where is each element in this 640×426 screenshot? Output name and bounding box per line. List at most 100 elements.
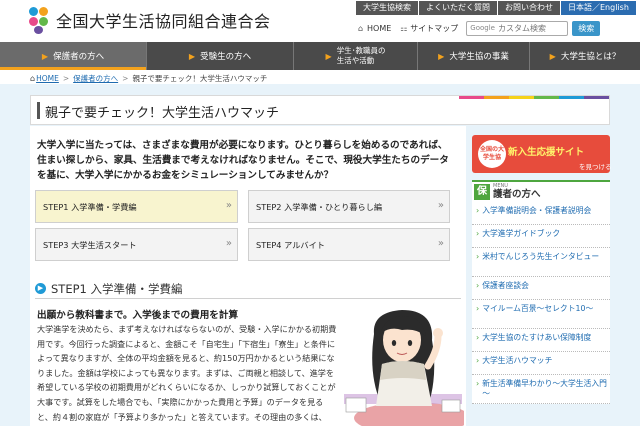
search-field: Google	[466, 20, 569, 36]
sidebar: 全国の大学生協 新入生応援サイト を見つける 保 MENU 護者の方へ › 入学…	[472, 126, 612, 426]
sidebar-item-guidebook[interactable]: › 大学進学ガイドブック	[472, 225, 610, 248]
step1-card[interactable]: STEP1 入学準備・学費編 »	[35, 190, 238, 223]
google-brand: Google	[470, 24, 495, 32]
arrow-right-icon: ▶	[438, 51, 445, 61]
nav-business[interactable]: ▶ 大学生協の事業	[418, 42, 530, 70]
nav-parents-label: 保護者の方へ	[53, 52, 105, 62]
sidebar-item-label: 大学進学ガイドブック	[482, 229, 561, 238]
contact-link[interactable]: お問い合わせ	[498, 1, 561, 15]
section-subtitle: 出願から教科書まで。入学後までの費用を計算	[37, 310, 239, 321]
sidebar-item-label: 米村でんじろう先生インタビュー	[482, 252, 600, 261]
breadcrumb-current: 親子で要チェック！大学生活ハウマッチ	[132, 74, 268, 83]
breadcrumb-home[interactable]: HOME	[36, 74, 59, 83]
chevron-right-icon: ›	[476, 206, 480, 215]
double-chevron-icon: »	[437, 200, 444, 211]
site-title[interactable]: 全国大学生活協同組合連合会	[56, 8, 271, 32]
language-switch[interactable]: 日本語／English	[561, 1, 637, 15]
sidebar-item-label: 保護者座談会	[482, 281, 529, 290]
stripe-segment	[584, 96, 609, 99]
chevron-right-icon: ›	[476, 281, 480, 290]
breadcrumb: ⌂ HOME > 保護者の方へ > 親子で要チェック！大学生活ハウマッチ	[30, 73, 267, 84]
sidebar-heading-text: MENU 護者の方へ	[493, 183, 541, 201]
home-icon: ⌂	[357, 23, 364, 33]
search-input[interactable]	[497, 23, 560, 33]
banner-title: 新入生応援サイト	[508, 144, 584, 158]
stripe-segment	[534, 96, 559, 99]
sidebar-item-myroom[interactable]: › マイルーム百景～セレクト10～	[472, 300, 610, 329]
stripe-segment	[559, 96, 584, 99]
banner-badge: 全国の大学生協	[478, 140, 506, 168]
chevron-right-icon: ›	[476, 229, 480, 238]
sitemap-link[interactable]: ⚏ サイトマップ	[399, 23, 458, 34]
sidebar-item-label: 大学生活ハウマッチ	[482, 356, 553, 365]
breadcrumb-separator: >	[62, 74, 70, 83]
chevron-right-icon: ›	[476, 252, 480, 261]
sidebar-item-new-life[interactable]: › 新生活準備早わかり～大学生活入門～	[472, 375, 610, 404]
stripe-segment	[509, 96, 534, 99]
banner-title-highlight: 新入生応援サイト	[508, 147, 585, 158]
stripe-segment	[484, 96, 509, 99]
utility-links: 大学生協検索 よくいただく質問 お問い合わせ 日本語／English	[356, 1, 637, 15]
arrow-right-icon: ▶	[188, 51, 196, 61]
search-button[interactable]: 検索	[572, 20, 601, 36]
heading-bar	[37, 102, 40, 119]
home-icon: ⌂	[30, 74, 36, 83]
nav-applicants[interactable]: ▶ 受験生の方へ	[147, 42, 294, 70]
step2-card[interactable]: STEP2 入学準備・ひとり暮らし編 »	[248, 190, 450, 223]
sitemap-link-label: サイトマップ	[410, 23, 459, 33]
sidebar-item-roundtable[interactable]: › 保護者座談会	[472, 277, 610, 300]
sidebar-item-label: マイルーム百景～セレクト10～	[482, 304, 594, 313]
coop-search-link[interactable]: 大学生協検索	[356, 1, 419, 15]
arrow-right-icon: ▶	[325, 51, 332, 61]
page-heading: 親子で要チェック！大学生活ハウマッチ	[30, 95, 610, 125]
color-stripe	[459, 96, 609, 99]
intro-text: 大学入学に当たっては、さまざまな費用が必要になります。ひとり暮らしを始めるのであ…	[37, 140, 449, 181]
step4-card[interactable]: STEP4 アルバイト »	[248, 228, 450, 261]
double-chevron-icon: »	[437, 238, 444, 249]
nav-about[interactable]: ▶ 大学生協とは？	[530, 42, 640, 70]
sidebar-item-label: 新生活準備早わかり～大学生活入門～	[482, 379, 607, 398]
section-title: STEP1 入学準備・学費編	[51, 281, 183, 296]
arrow-right-icon: ▶	[41, 51, 49, 61]
faq-link[interactable]: よくいただく質問	[419, 1, 498, 15]
step2-label: STEP2 入学準備・ひとり暮らし編	[256, 201, 383, 212]
sitemap-icon: ⚏	[400, 23, 408, 33]
chevron-right-icon: ›	[476, 333, 480, 342]
section-body: 大学進学を決めたら、まず考えなければならないのが、受験・入学にかかる初期費用です…	[37, 324, 337, 422]
breadcrumb-parents[interactable]: 保護者の方へ	[73, 73, 118, 84]
nav-parents[interactable]: ▶ 保護者の方へ	[0, 42, 147, 70]
global-nav: ▶ 保護者の方へ ▶ 受験生の方へ ▶ 学生･教職員の 生活や活動 ▶ 大学生協…	[0, 42, 640, 70]
step3-card[interactable]: STEP3 大学生活スタート »	[35, 228, 238, 261]
double-chevron-icon: »	[225, 238, 232, 249]
step1-label: STEP1 入学準備・学費編	[43, 201, 137, 212]
coop-logo[interactable]	[29, 7, 49, 34]
utility-row-2: ⌂ HOME ⚏ サイトマップ Google 検索	[356, 20, 601, 36]
main-content: 大学入学に当たっては、さまざまな費用が必要になります。ひとり暮らしを始めるのであ…	[30, 126, 466, 426]
sidebar-item-insurance[interactable]: › 大学生協のたすけあい保障制度	[472, 329, 610, 352]
student-illustration	[344, 310, 464, 426]
nav-student-life[interactable]: ▶ 学生･教職員の 生活や活動	[294, 42, 418, 70]
site-header: 全国大学生活協同組合連合会 大学生協検索 よくいただく質問 お問い合わせ 日本語…	[0, 0, 640, 42]
home-link[interactable]: ⌂ HOME	[356, 24, 391, 33]
nav-about-label: 大学生協とは？	[560, 52, 621, 62]
stripe-segment	[459, 96, 484, 99]
nav-applicants-label: 受験生の方へ	[200, 52, 252, 62]
nav-student-life-label: 学生･教職員の 生活や活動	[336, 46, 386, 65]
banner-subtitle: を見つける	[579, 163, 612, 171]
sidebar-item-howmuch[interactable]: › 大学生活ハウマッチ	[472, 352, 610, 375]
sidebar-heading-title: 護者の方へ	[493, 188, 541, 200]
nav-business-label: 大学生協の事業	[449, 52, 509, 62]
chevron-right-icon: ›	[476, 304, 480, 313]
home-link-label: HOME	[367, 23, 392, 33]
step4-label: STEP4 アルバイト	[256, 239, 325, 250]
freshman-support-banner[interactable]: 全国の大学生協 新入生応援サイト を見つける	[472, 135, 612, 173]
circle-bullet-icon: ▶	[35, 283, 46, 294]
sidebar-item-briefing[interactable]: › 入学準備説明会・保護者説明会	[472, 202, 610, 225]
breadcrumb-separator: >	[122, 74, 129, 83]
double-chevron-icon: »	[225, 200, 232, 211]
section-heading: ▶ STEP1 入学準備・学費編	[35, 279, 461, 299]
chevron-right-icon: ›	[476, 379, 480, 388]
sidebar-item-interview[interactable]: › 米村でんじろう先生インタビュー	[472, 248, 610, 277]
sidebar-item-label: 大学生協のたすけあい保障制度	[482, 333, 592, 342]
sidebar-heading: 保 MENU 護者の方へ	[472, 180, 610, 202]
